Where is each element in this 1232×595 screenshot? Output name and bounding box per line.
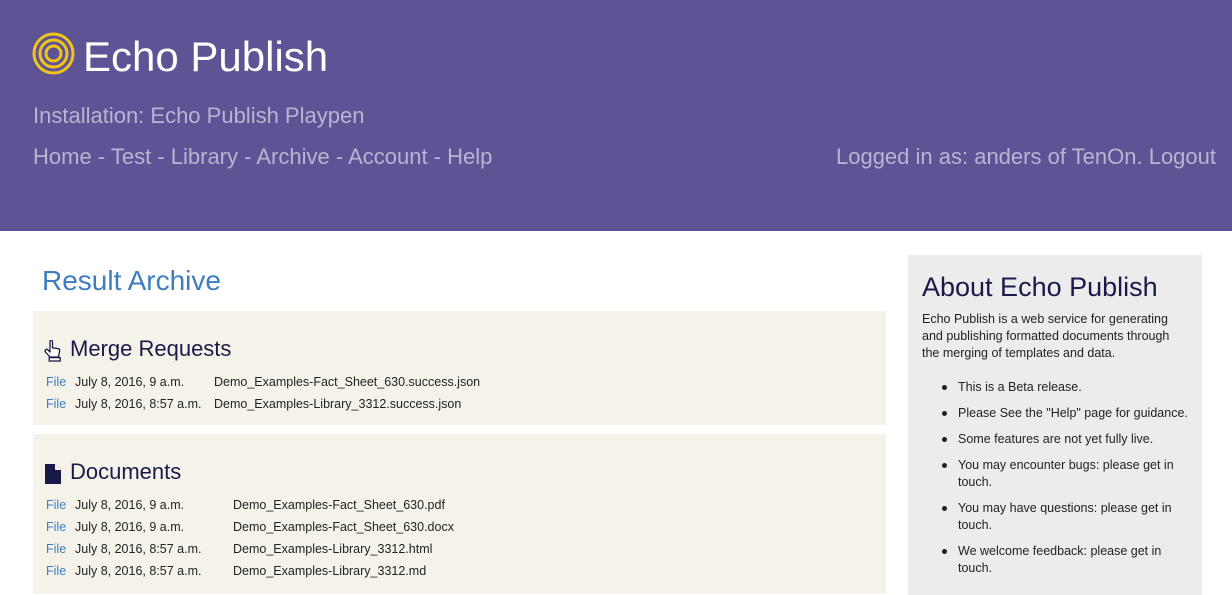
list-item: File July 8, 2016, 9 a.m. Demo_Examples-…: [46, 494, 454, 516]
sidebar-intro: Echo Publish is a web service for genera…: [922, 312, 1170, 360]
file-link[interactable]: File: [46, 542, 75, 556]
list-item: We welcome feedback: please get in touch…: [922, 543, 1190, 577]
file-link[interactable]: File: [46, 520, 75, 534]
nav-separator: -: [91, 144, 111, 169]
nav-test[interactable]: Test: [111, 144, 151, 169]
item-date: July 8, 2016, 9 a.m.: [75, 375, 185, 389]
merge-requests-list: File July 8, 2016, 9 a.m. Demo_Examples-…: [46, 371, 480, 415]
list-item: File July 8, 2016, 9 a.m. Demo_Examples-…: [46, 516, 454, 538]
list-item: File July 8, 2016, 8:57 a.m. Demo_Exampl…: [46, 393, 480, 415]
item-date: July 8, 2016, 8:57 a.m.: [75, 564, 202, 578]
nav-help[interactable]: Help: [447, 144, 492, 169]
list-item: File July 8, 2016, 8:57 a.m. Demo_Exampl…: [46, 560, 454, 582]
concentric-circles-logo-icon: [32, 32, 75, 75]
file-link[interactable]: File: [46, 397, 75, 411]
document-icon: [45, 464, 61, 484]
documents-panel: Documents File July 8, 2016, 9 a.m. Demo…: [33, 434, 886, 594]
merge-requests-panel: Merge Requests File July 8, 2016, 9 a.m.…: [33, 311, 886, 425]
logged-in-label: Logged in as: anders of TenOn.: [835, 144, 1143, 169]
sidebar-notes-list: This is a Beta release. Please See the "…: [922, 379, 1190, 586]
file-link[interactable]: File: [46, 564, 75, 578]
list-item: You may have questions: please get in to…: [922, 500, 1190, 534]
list-item: Please See the "Help" page for guidance.: [922, 405, 1190, 422]
item-filename: Demo_Examples-Library_3312.html: [233, 542, 433, 556]
nav-separator: -: [427, 144, 448, 169]
page-title: Result Archive: [42, 265, 221, 296]
documents-title: Documents: [70, 459, 182, 484]
list-item: This is a Beta release.: [922, 379, 1190, 396]
item-date: July 8, 2016, 9 a.m.: [75, 520, 185, 534]
nav-separator: -: [151, 144, 171, 169]
merge-requests-title: Merge Requests: [70, 336, 232, 361]
item-filename: Demo_Examples-Fact_Sheet_630.pdf: [233, 498, 445, 512]
list-item: File July 8, 2016, 8:57 a.m. Demo_Exampl…: [46, 538, 454, 560]
main-nav: Home - Test - Library - Archive - Accoun…: [33, 144, 492, 170]
pointing-hand-icon: [44, 340, 61, 362]
about-sidebar: About Echo Publish Echo Publish is a web…: [908, 255, 1202, 595]
merge-requests-header: Merge Requests: [44, 336, 231, 362]
nav-archive[interactable]: Archive: [256, 144, 329, 169]
file-link[interactable]: File: [46, 375, 75, 389]
login-status: Logged in as: anders of TenOn. Logout: [836, 144, 1216, 170]
installation-label: Installation: Echo Publish Playpen: [33, 103, 365, 128]
list-item: File July 8, 2016, 9 a.m. Demo_Examples-…: [46, 371, 480, 393]
logo[interactable]: [32, 32, 75, 75]
item-filename: Demo_Examples-Fact_Sheet_630.success.jso…: [214, 375, 481, 389]
documents-header: Documents: [44, 459, 181, 485]
nav-library[interactable]: Library: [171, 144, 238, 169]
nav-separator: -: [329, 144, 349, 169]
nav-account[interactable]: Account: [348, 144, 428, 169]
sidebar-title: About Echo Publish: [922, 272, 1158, 302]
documents-list: File July 8, 2016, 9 a.m. Demo_Examples-…: [46, 494, 454, 582]
item-filename: Demo_Examples-Library_3312.success.json: [214, 397, 462, 411]
item-filename: Demo_Examples-Library_3312.md: [233, 564, 427, 578]
item-filename: Demo_Examples-Fact_Sheet_630.docx: [233, 520, 454, 534]
item-date: July 8, 2016, 8:57 a.m.: [75, 542, 202, 556]
app-title[interactable]: Echo Publish: [83, 31, 328, 83]
list-item: You may encounter bugs: please get in to…: [922, 457, 1190, 491]
site-header: Echo Publish Installation: Echo Publish …: [0, 0, 1232, 231]
nav-separator: -: [238, 144, 257, 169]
item-date: July 8, 2016, 9 a.m.: [75, 498, 185, 512]
list-item: Some features are not yet fully live.: [922, 431, 1190, 448]
file-link[interactable]: File: [46, 498, 75, 512]
logout-link[interactable]: Logout: [1149, 144, 1216, 169]
nav-home[interactable]: Home: [33, 144, 92, 169]
item-date: July 8, 2016, 8:57 a.m.: [75, 397, 202, 411]
